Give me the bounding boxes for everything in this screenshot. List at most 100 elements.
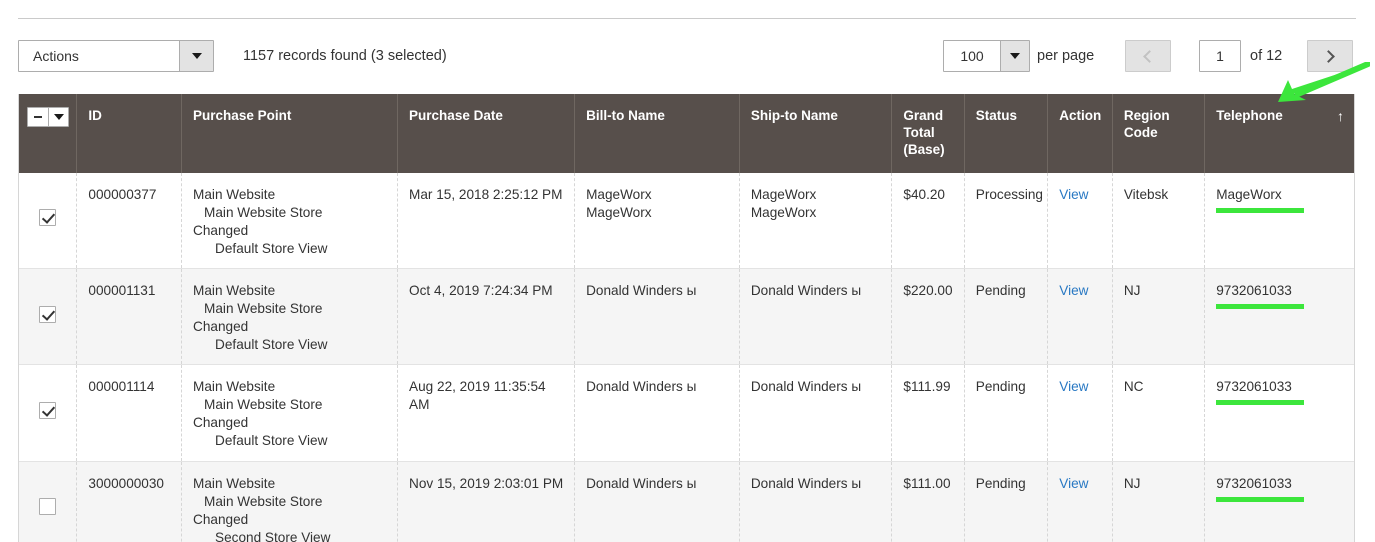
view-order-link[interactable]: View [1059, 379, 1088, 394]
page-number-input[interactable]: 1 [1199, 40, 1241, 72]
cell-region-code: Vitebsk [1112, 173, 1204, 269]
purchase-point-line: Main Website Store [193, 396, 387, 414]
purchase-point-line: Changed [193, 511, 387, 529]
grand-total-line-2: (Base) [903, 142, 944, 157]
purchase-point-line: Changed [193, 414, 387, 432]
column-header-ship-to-name[interactable]: Ship-to Name [739, 94, 892, 173]
annotation-underline [1216, 208, 1304, 213]
table-header-row: ID Purchase Point Purchase Date Bill-to … [19, 94, 1354, 173]
next-page-button[interactable] [1307, 40, 1353, 72]
cell-telephone: 9732061033 [1205, 461, 1354, 542]
cell-purchase-date: Oct 4, 2019 7:24:34 PM [398, 268, 575, 364]
row-select-cell[interactable] [19, 268, 77, 364]
column-header-purchase-point[interactable]: Purchase Point [182, 94, 398, 173]
cell-ship-to-name: Donald Winders ы [739, 365, 892, 461]
column-header-grand-total-base[interactable]: Grand Total (Base) [892, 94, 964, 173]
row-select-cell[interactable] [19, 365, 77, 461]
column-header-bill-to-name[interactable]: Bill-to Name [575, 94, 740, 173]
cell-bill-to-name: Donald Winders ы [575, 365, 740, 461]
cell-action[interactable]: View [1048, 461, 1113, 542]
cell-purchase-date: Mar 15, 2018 2:25:12 PM [398, 173, 575, 269]
column-header-telephone-label: Telephone [1216, 108, 1283, 123]
telephone-value: 9732061033 [1216, 378, 1344, 396]
row-select-cell[interactable] [19, 461, 77, 542]
per-page-dropdown[interactable]: 100 [943, 40, 1030, 72]
cell-status: Processing [964, 173, 1048, 269]
select-all-dropdown-toggle[interactable] [48, 108, 68, 126]
cell-status: Pending [964, 461, 1048, 542]
row-checkbox-checked[interactable] [39, 402, 56, 419]
column-header-telephone[interactable]: Telephone ↑ [1205, 94, 1354, 173]
cell-telephone: 9732061033 [1205, 268, 1354, 364]
cell-purchase-date: Aug 22, 2019 11:35:54 AM [398, 365, 575, 461]
table-row[interactable]: 000001131Main WebsiteMain Website StoreC… [19, 268, 1354, 364]
select-all-checkbox-group[interactable] [27, 107, 69, 127]
region-code-line-2: Code [1124, 125, 1158, 140]
purchase-point-line: Default Store View [193, 240, 387, 258]
total-pages-label: of 12 [1250, 40, 1282, 72]
column-header-action[interactable]: Action [1048, 94, 1113, 173]
actions-dropdown-label: Actions [19, 41, 179, 71]
purchase-point-line: Changed [193, 318, 387, 336]
chevron-right-icon [1322, 50, 1335, 63]
purchase-point-line: Main Website Store [193, 300, 387, 318]
column-header-id[interactable]: ID [77, 94, 182, 173]
previous-page-button[interactable] [1125, 40, 1171, 72]
name-line: Donald Winders ы [586, 378, 729, 396]
cell-telephone: MageWorx [1205, 173, 1354, 269]
column-header-purchase-date[interactable]: Purchase Date [398, 94, 575, 173]
cell-action[interactable]: View [1048, 268, 1113, 364]
grand-total-line-1: Grand Total [903, 108, 943, 140]
telephone-value: 9732061033 [1216, 282, 1344, 300]
view-order-link[interactable]: View [1059, 187, 1088, 202]
select-all-header[interactable] [19, 94, 77, 173]
cell-purchase-point: Main WebsiteMain Website StoreChangedDef… [182, 173, 398, 269]
cell-purchase-point: Main WebsiteMain Website StoreChangedSec… [182, 461, 398, 542]
cell-action[interactable]: View [1048, 173, 1113, 269]
cell-grand-total: $40.20 [892, 173, 964, 269]
table-row[interactable]: 000001114Main WebsiteMain Website StoreC… [19, 365, 1354, 461]
telephone-value: MageWorx [1216, 186, 1344, 204]
actions-dropdown-toggle[interactable] [179, 41, 213, 71]
cell-id: 000001131 [77, 268, 182, 364]
table-row[interactable]: 3000000030Main WebsiteMain Website Store… [19, 461, 1354, 542]
row-select-cell[interactable] [19, 173, 77, 269]
purchase-point-line: Main Website Store [193, 493, 387, 511]
view-order-link[interactable]: View [1059, 283, 1088, 298]
cell-purchase-date: Nov 15, 2019 2:03:01 PM [398, 461, 575, 542]
cell-bill-to-name: MageWorxMageWorx [575, 173, 740, 269]
orders-table-container: ID Purchase Point Purchase Date Bill-to … [18, 94, 1355, 542]
purchase-point-line: Second Store View [193, 529, 387, 542]
name-line: Donald Winders ы [586, 475, 729, 493]
row-checkbox-unchecked[interactable] [39, 498, 56, 515]
cell-id: 000001114 [77, 365, 182, 461]
cell-bill-to-name: Donald Winders ы [575, 268, 740, 364]
purchase-point-line: Default Store View [193, 336, 387, 354]
cell-purchase-point: Main WebsiteMain Website StoreChangedDef… [182, 268, 398, 364]
name-line: Donald Winders ы [751, 282, 882, 300]
purchase-point-line: Main Website Store [193, 204, 387, 222]
purchase-point-line: Main Website [193, 475, 387, 493]
sort-ascending-icon: ↑ [1337, 108, 1344, 126]
cell-ship-to-name: Donald Winders ы [739, 268, 892, 364]
actions-dropdown[interactable]: Actions [18, 40, 214, 72]
cell-action[interactable]: View [1048, 365, 1113, 461]
column-header-status[interactable]: Status [964, 94, 1048, 173]
annotation-underline [1216, 304, 1304, 309]
cell-status: Pending [964, 365, 1048, 461]
view-order-link[interactable]: View [1059, 476, 1088, 491]
cell-telephone: 9732061033 [1205, 365, 1354, 461]
cell-bill-to-name: Donald Winders ы [575, 461, 740, 542]
chevron-down-icon [54, 114, 64, 120]
row-checkbox-checked[interactable] [39, 209, 56, 226]
column-header-region-code[interactable]: Region Code [1112, 94, 1204, 173]
select-all-checkbox[interactable] [28, 108, 48, 126]
cell-status: Pending [964, 268, 1048, 364]
row-checkbox-checked[interactable] [39, 306, 56, 323]
cell-purchase-point: Main WebsiteMain Website StoreChangedDef… [182, 365, 398, 461]
chevron-down-icon [192, 53, 202, 59]
purchase-point-line: Main Website [193, 282, 387, 300]
annotation-underline [1216, 497, 1304, 502]
table-row[interactable]: 000000377Main WebsiteMain Website StoreC… [19, 173, 1354, 269]
per-page-dropdown-toggle[interactable] [1000, 41, 1029, 71]
